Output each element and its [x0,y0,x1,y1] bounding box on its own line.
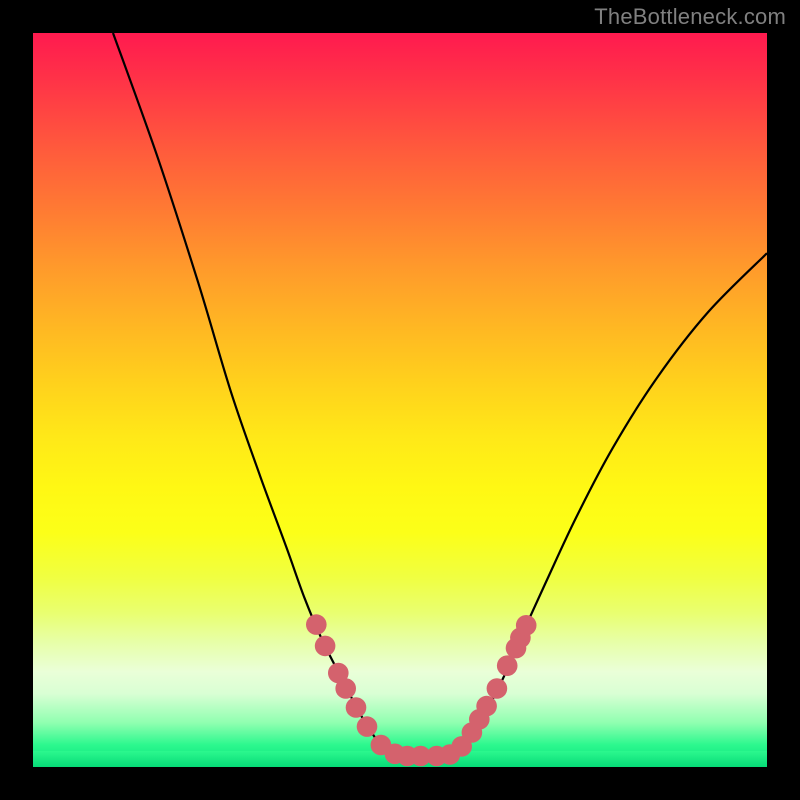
data-marker [487,678,508,699]
data-marker [357,716,378,737]
data-marker [476,696,497,717]
chart-svg [33,33,767,767]
data-marker [497,655,518,676]
data-marker [516,615,537,636]
data-marker [306,614,327,635]
data-marker [335,678,356,699]
curve-left [113,33,399,756]
watermark-text: TheBottleneck.com [594,4,786,30]
data-marker [346,697,367,718]
markers-group [306,614,537,766]
chart-plot-area [33,33,767,767]
data-marker [315,636,336,657]
